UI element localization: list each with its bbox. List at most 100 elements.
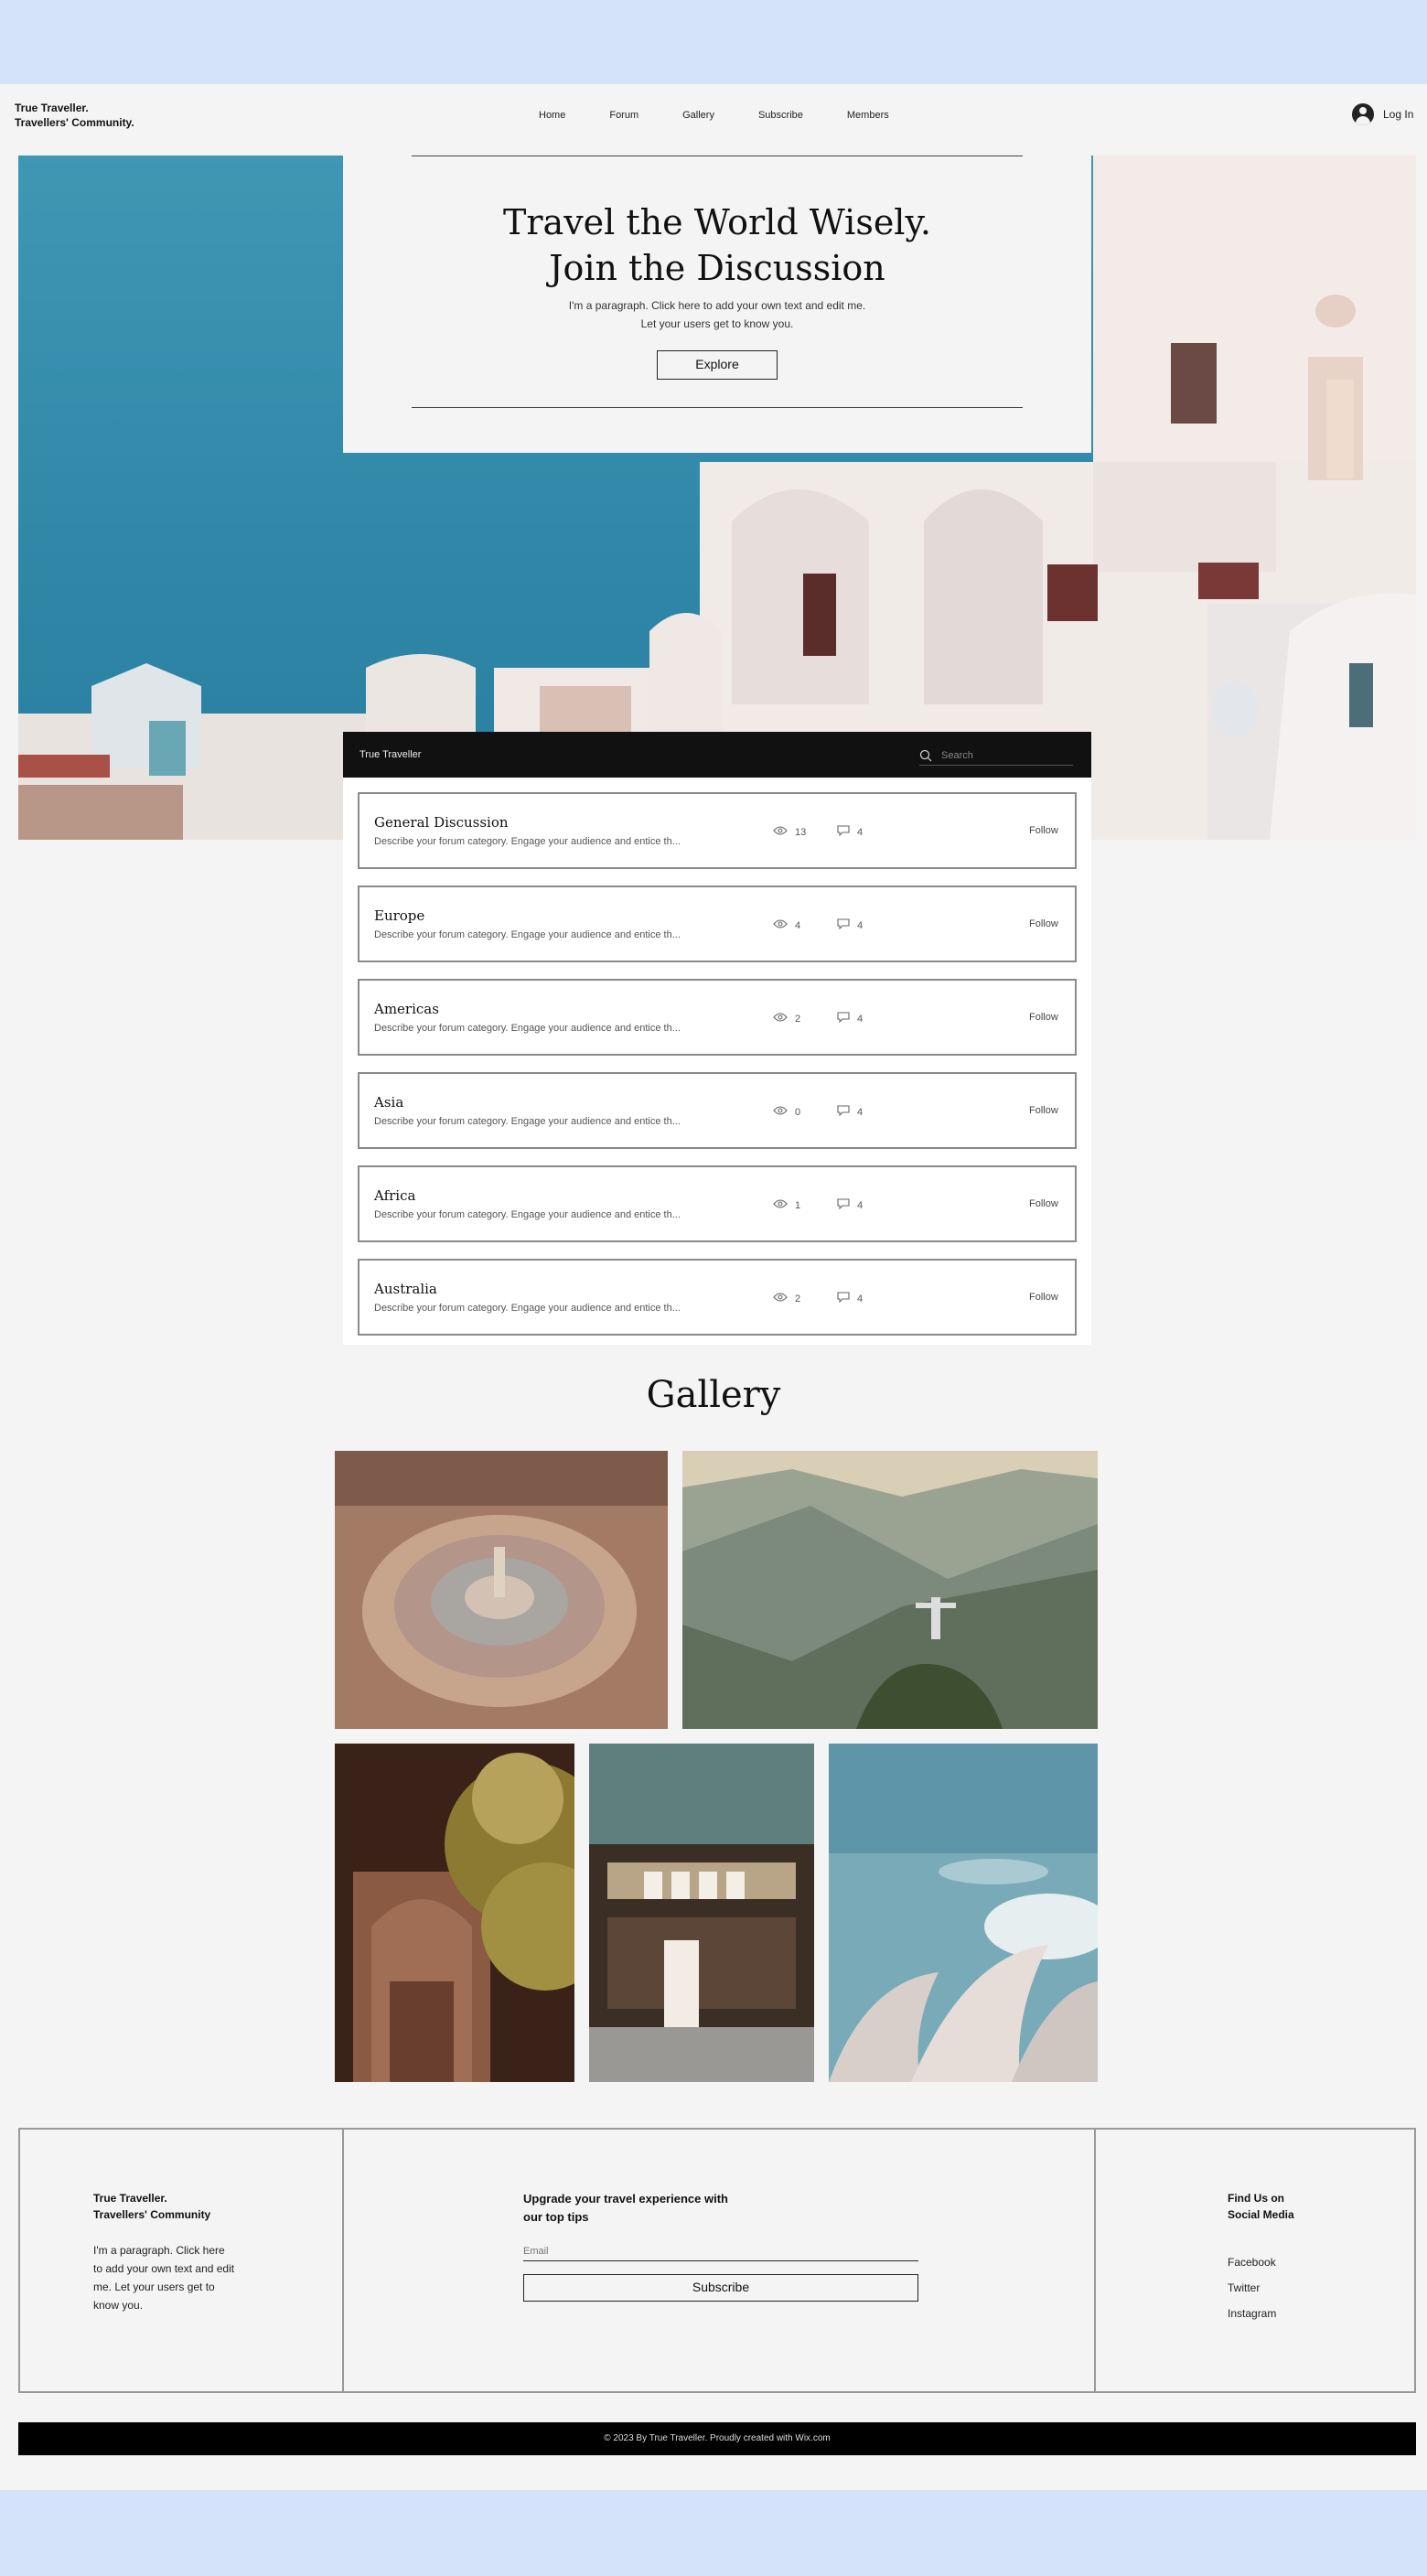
gallery-image-japanese-shop[interactable] bbox=[589, 1744, 814, 2082]
gallery-image-opera-house-roof[interactable] bbox=[829, 1744, 1098, 2082]
nav-members[interactable]: Members bbox=[847, 110, 889, 121]
gallery-image-carved-arch[interactable] bbox=[335, 1744, 574, 2082]
site-logo[interactable]: True Traveller. Travellers' Community. bbox=[15, 101, 134, 130]
category-name[interactable]: Africa bbox=[374, 1187, 415, 1204]
social-link-twitter[interactable]: Twitter bbox=[1228, 2281, 1260, 2294]
eye-icon bbox=[773, 1105, 788, 1119]
forum-header-bar: True Traveller Search bbox=[343, 732, 1091, 778]
comments-count: 4 bbox=[837, 1198, 863, 1212]
nav-subscribe[interactable]: Subscribe bbox=[758, 110, 803, 121]
subscribe-button[interactable]: Subscribe bbox=[523, 2274, 918, 2302]
views-value: 1 bbox=[795, 1199, 801, 1211]
nav-home[interactable]: Home bbox=[539, 110, 565, 121]
views-count: 2 bbox=[773, 1012, 800, 1025]
comments-value: 4 bbox=[857, 1293, 864, 1304]
forum-category-row[interactable]: Africa Describe your forum category. Enga… bbox=[358, 1165, 1077, 1242]
eye-icon bbox=[773, 825, 788, 839]
comment-icon bbox=[837, 1105, 850, 1119]
hero-card: Travel the World Wisely. Join the Discus… bbox=[343, 156, 1091, 453]
comment-icon bbox=[837, 1012, 850, 1025]
views-count: 13 bbox=[773, 825, 806, 839]
user-avatar-icon bbox=[1352, 103, 1374, 125]
category-description: Describe your forum category. Engage you… bbox=[374, 1209, 681, 1220]
comments-value: 4 bbox=[857, 919, 864, 931]
category-name[interactable]: Americas bbox=[374, 1001, 439, 1017]
social-heading: Find Us on Social Media bbox=[1228, 2192, 1294, 2221]
social-link-facebook[interactable]: Facebook bbox=[1228, 2256, 1276, 2269]
comment-icon bbox=[837, 1292, 850, 1305]
views-count: 1 bbox=[773, 1198, 800, 1212]
forum-search-input[interactable]: Search bbox=[919, 746, 1073, 766]
views-count: 4 bbox=[773, 918, 800, 932]
forum-category-row[interactable]: Europe Describe your forum category. Enga… bbox=[358, 886, 1077, 962]
comments-value: 4 bbox=[857, 1106, 864, 1118]
follow-button[interactable]: Follow bbox=[1029, 1198, 1058, 1209]
comments-count: 4 bbox=[837, 1292, 863, 1305]
eye-icon bbox=[773, 1198, 788, 1212]
copyright-bar: © 2023 By True Traveller. Proudly create… bbox=[18, 2422, 1416, 2455]
search-icon bbox=[919, 749, 932, 761]
email-field[interactable] bbox=[523, 2241, 918, 2261]
comment-icon bbox=[837, 918, 850, 932]
views-value: 2 bbox=[795, 1013, 801, 1025]
login-label: Log In bbox=[1383, 108, 1414, 121]
views-count: 0 bbox=[773, 1105, 800, 1119]
category-name[interactable]: Asia bbox=[374, 1094, 403, 1111]
comments-value: 4 bbox=[857, 1199, 864, 1211]
nav-gallery[interactable]: Gallery bbox=[682, 110, 714, 121]
footer-brand: True Traveller. Travellers' Community bbox=[93, 2192, 211, 2221]
social-link-instagram[interactable]: Instagram bbox=[1228, 2307, 1276, 2320]
views-value: 13 bbox=[795, 826, 807, 838]
gallery-image-mountain-statue[interactable] bbox=[682, 1451, 1098, 1729]
views-value: 4 bbox=[795, 919, 801, 931]
forum-category-row[interactable]: General Discussion Describe your forum ca… bbox=[358, 792, 1077, 869]
comments-count: 4 bbox=[837, 918, 863, 932]
hero-title: Travel the World Wisely. Join the Discus… bbox=[503, 202, 931, 288]
category-description: Describe your forum category. Engage you… bbox=[374, 929, 681, 940]
gallery-image-fountain-plaza[interactable] bbox=[335, 1451, 668, 1729]
search-placeholder: Search bbox=[941, 749, 973, 761]
follow-button[interactable]: Follow bbox=[1029, 1105, 1058, 1116]
follow-button[interactable]: Follow bbox=[1029, 1012, 1058, 1023]
comments-count: 4 bbox=[837, 1012, 863, 1025]
views-value: 0 bbox=[795, 1106, 801, 1118]
main-nav: Home Forum Gallery Subscribe Members bbox=[539, 110, 933, 121]
eye-icon bbox=[773, 918, 788, 932]
follow-button[interactable]: Follow bbox=[1029, 825, 1058, 836]
follow-button[interactable]: Follow bbox=[1029, 1292, 1058, 1303]
forum-widget: True Traveller Search General Discussion… bbox=[343, 732, 1091, 1345]
forum-category-row[interactable]: Australia Describe your forum category. E… bbox=[358, 1259, 1077, 1336]
forum-category-row[interactable]: Asia Describe your forum category. Engage… bbox=[358, 1072, 1077, 1149]
comments-count: 4 bbox=[837, 1105, 863, 1119]
forum-category-row[interactable]: Americas Describe your forum category. En… bbox=[358, 979, 1077, 1056]
nav-forum[interactable]: Forum bbox=[609, 110, 638, 121]
eye-icon bbox=[773, 1292, 788, 1305]
login-button[interactable]: Log In bbox=[1352, 103, 1413, 125]
gallery-title: Gallery bbox=[646, 1374, 781, 1416]
newsletter-heading: Upgrade your travel experience with our … bbox=[523, 2192, 728, 2224]
footer-paragraph: I'm a paragraph. Click here to add your … bbox=[93, 2244, 235, 2312]
footer-divider bbox=[1094, 2130, 1096, 2391]
category-description: Describe your forum category. Engage you… bbox=[374, 1116, 681, 1127]
comment-icon bbox=[837, 1198, 850, 1212]
category-name[interactable]: General Discussion bbox=[374, 814, 509, 831]
category-description: Describe your forum category. Engage you… bbox=[374, 836, 681, 847]
category-name[interactable]: Australia bbox=[374, 1281, 437, 1297]
category-description: Describe your forum category. Engage you… bbox=[374, 1023, 681, 1034]
hero-bottom-rule bbox=[412, 407, 1023, 408]
category-description: Describe your forum category. Engage you… bbox=[374, 1303, 681, 1314]
explore-button[interactable]: Explore bbox=[657, 350, 778, 380]
eye-icon bbox=[773, 1012, 788, 1025]
forum-title: True Traveller bbox=[359, 749, 422, 760]
comments-count: 4 bbox=[837, 825, 863, 839]
site-frame: True Traveller. Travellers' Community. H… bbox=[0, 84, 1427, 2490]
comments-value: 4 bbox=[857, 1013, 864, 1025]
category-name[interactable]: Europe bbox=[374, 907, 424, 924]
comment-icon bbox=[837, 825, 850, 839]
comments-value: 4 bbox=[857, 826, 864, 838]
follow-button[interactable]: Follow bbox=[1029, 918, 1058, 929]
views-count: 2 bbox=[773, 1292, 800, 1305]
views-value: 2 bbox=[795, 1293, 801, 1304]
hero-subtitle: I'm a paragraph. Click here to add your … bbox=[568, 299, 866, 330]
footer-divider bbox=[342, 2130, 344, 2391]
